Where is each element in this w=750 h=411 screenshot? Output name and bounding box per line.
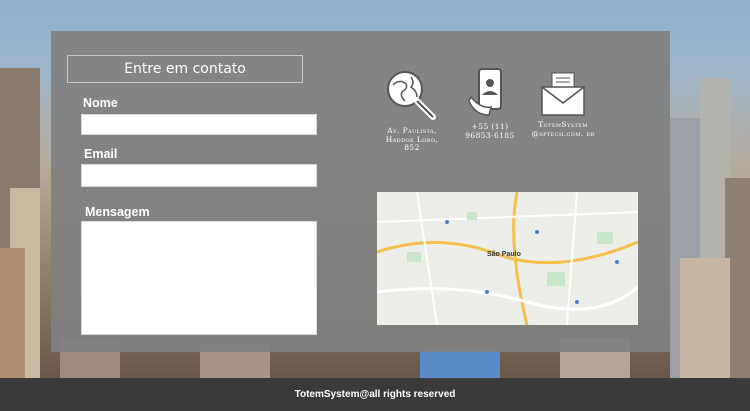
email-field[interactable] bbox=[81, 164, 317, 187]
map-city-label: São Paulo bbox=[487, 251, 521, 258]
name-field[interactable] bbox=[81, 114, 317, 135]
phone-contact-icon bbox=[459, 67, 521, 119]
globe-search-icon bbox=[381, 67, 443, 123]
footer: TotemSystem@all rights reserved bbox=[0, 378, 750, 411]
email-label: Email bbox=[84, 147, 118, 161]
contact-address: Av. Paulista, Haddok Lobo, 852 bbox=[381, 67, 443, 153]
envelope-icon bbox=[531, 71, 595, 117]
form-title: Entre em contato bbox=[67, 55, 303, 83]
contact-phone: +55 (11) 96853-6185 bbox=[459, 67, 521, 140]
footer-text: TotemSystem@all rights reserved bbox=[294, 389, 456, 400]
map-graphic bbox=[377, 192, 638, 325]
message-label: Mensagem bbox=[85, 205, 150, 219]
location-map[interactable]: São Paulo bbox=[377, 192, 638, 325]
phone-text: +55 (11) 96853-6185 bbox=[465, 122, 515, 140]
contact-panel: Entre em contato Nome Email Mensagem Av.… bbox=[51, 31, 670, 352]
message-field[interactable] bbox=[81, 221, 317, 335]
contact-email: TotemSystem @sptech.com. br bbox=[531, 71, 595, 138]
address-text: Av. Paulista, Haddok Lobo, 852 bbox=[385, 126, 439, 152]
email-text: TotemSystem @sptech.com. br bbox=[531, 120, 595, 138]
name-label: Nome bbox=[83, 96, 118, 110]
